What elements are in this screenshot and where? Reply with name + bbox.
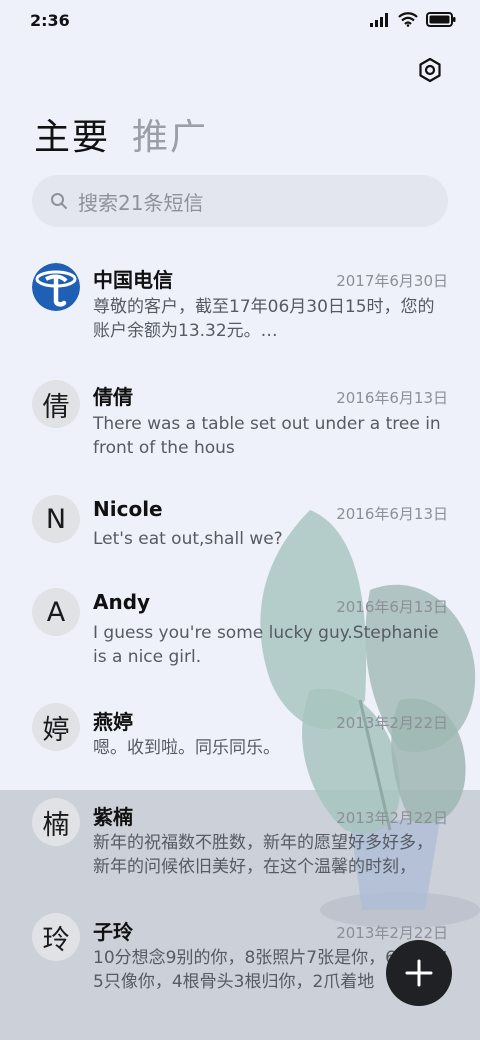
message-preview: There was a table set out under a tree i… xyxy=(93,414,441,458)
message-date: 2016年6月13日 xyxy=(336,505,448,523)
tab-primary[interactable]: 主要 xyxy=(34,108,110,160)
wifi-icon xyxy=(398,12,418,27)
search-bar[interactable]: 搜索21条短信 xyxy=(32,175,448,227)
avatar: A xyxy=(32,588,80,636)
status-time: 2:36 xyxy=(30,11,70,30)
avatar xyxy=(32,263,80,311)
sender-name: 紫楠 xyxy=(93,805,133,829)
sender-name: 中国电信 xyxy=(93,268,173,292)
message-row[interactable]: 倩 倩倩 2016年6月13日 There was a table set ou… xyxy=(0,378,480,478)
message-row[interactable]: 楠 紫楠 2013年2月22日 新年的祝福数不胜数，新年的愿望好多好多，新年的问… xyxy=(0,798,480,898)
status-bar: 2:36 xyxy=(0,0,480,42)
avatar: N xyxy=(32,495,80,543)
message-date: 2016年6月13日 xyxy=(336,598,448,616)
message-preview: 嗯。收到啦。同乐同乐。 xyxy=(93,738,280,758)
sender-name: Andy xyxy=(93,590,151,614)
sender-name: 燕婷 xyxy=(93,710,133,734)
message-date: 2013年2月22日 xyxy=(336,714,448,732)
message-date: 2013年2月22日 xyxy=(336,809,448,827)
avatar: 玲 xyxy=(32,913,80,961)
message-preview: 尊敬的客户，截至17年06月30日15时，您的账户余额为13.32元。… xyxy=(93,297,435,341)
message-row[interactable]: 中国电信 2017年6月30日 尊敬的客户，截至17年06月30日15时，您的账… xyxy=(0,255,480,355)
message-preview: I guess you're some lucky guy.Stephanie … xyxy=(93,623,439,667)
plus-icon xyxy=(405,959,433,987)
message-row[interactable]: A Andy 2016年6月13日 I guess you're some lu… xyxy=(0,588,480,688)
search-icon xyxy=(51,193,67,209)
signal-icon xyxy=(370,12,388,27)
settings-gear-icon xyxy=(419,57,441,83)
sender-name: 倩倩 xyxy=(93,385,133,409)
message-date: 2017年6月30日 xyxy=(336,272,448,290)
tab-promotions[interactable]: 推广 xyxy=(132,108,208,160)
message-date: 2016年6月13日 xyxy=(336,389,448,407)
settings-button[interactable] xyxy=(412,52,448,88)
battery-icon xyxy=(426,12,456,27)
sender-name: Nicole xyxy=(93,497,163,521)
sender-name: 子玲 xyxy=(93,920,133,944)
avatar: 楠 xyxy=(32,798,80,846)
avatar: 婷 xyxy=(32,703,80,751)
message-row[interactable]: N Nicole 2016年6月13日 Let's eat out,shall … xyxy=(0,495,480,575)
message-date: 2013年2月22日 xyxy=(336,924,448,942)
search-placeholder: 搜索21条短信 xyxy=(78,190,204,215)
china-telecom-logo-icon xyxy=(32,263,80,311)
tab-bar: 主要 推广 xyxy=(34,108,208,160)
message-preview: Let's eat out,shall we? xyxy=(93,529,283,549)
message-row[interactable]: 婷 燕婷 2013年2月22日 嗯。收到啦。同乐同乐。 xyxy=(0,703,480,783)
new-message-button[interactable] xyxy=(386,940,452,1006)
avatar: 倩 xyxy=(32,380,80,428)
message-preview: 新年的祝福数不胜数，新年的愿望好多好多，新年的问候依旧美好，在这个温馨的时刻， xyxy=(93,833,433,877)
